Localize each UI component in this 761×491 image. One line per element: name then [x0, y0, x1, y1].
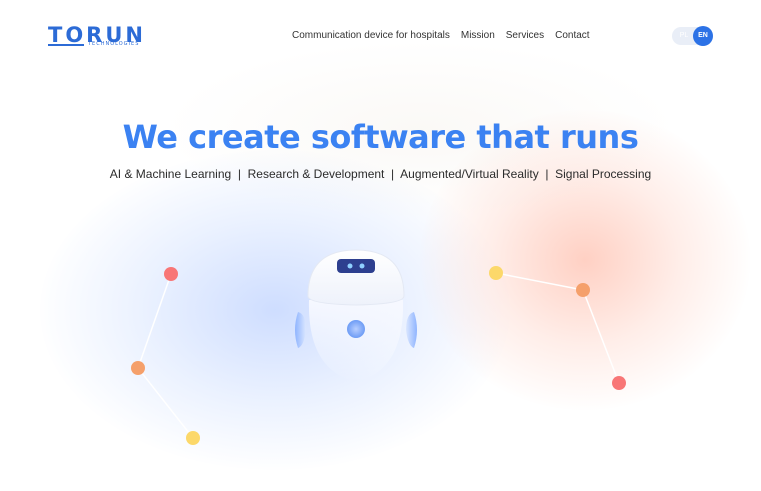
dot-yellow [186, 431, 200, 445]
constellation-line [495, 272, 584, 291]
constellation-line [137, 273, 172, 369]
dot-orange [576, 283, 590, 297]
robot-icon [295, 249, 417, 382]
robot-head [307, 249, 405, 306]
robot-eye-right [359, 263, 365, 269]
constellation-right [489, 266, 626, 390]
constellation-left [131, 267, 200, 445]
robot-right-arm [406, 312, 417, 348]
page: TORUN TECHNOLOGIES Communication device … [0, 0, 761, 491]
robot-visor [337, 259, 375, 273]
constellation-line [582, 289, 620, 384]
robot-body [308, 300, 404, 382]
robot-chest-light [347, 320, 365, 338]
constellation-line [137, 367, 194, 439]
robot-left-arm [295, 312, 306, 348]
dot-red [612, 376, 626, 390]
dot-orange [131, 361, 145, 375]
robot-eye-left [347, 263, 353, 269]
dot-yellow [489, 266, 503, 280]
hero-illustration [131, 249, 626, 445]
dot-red [164, 267, 178, 281]
